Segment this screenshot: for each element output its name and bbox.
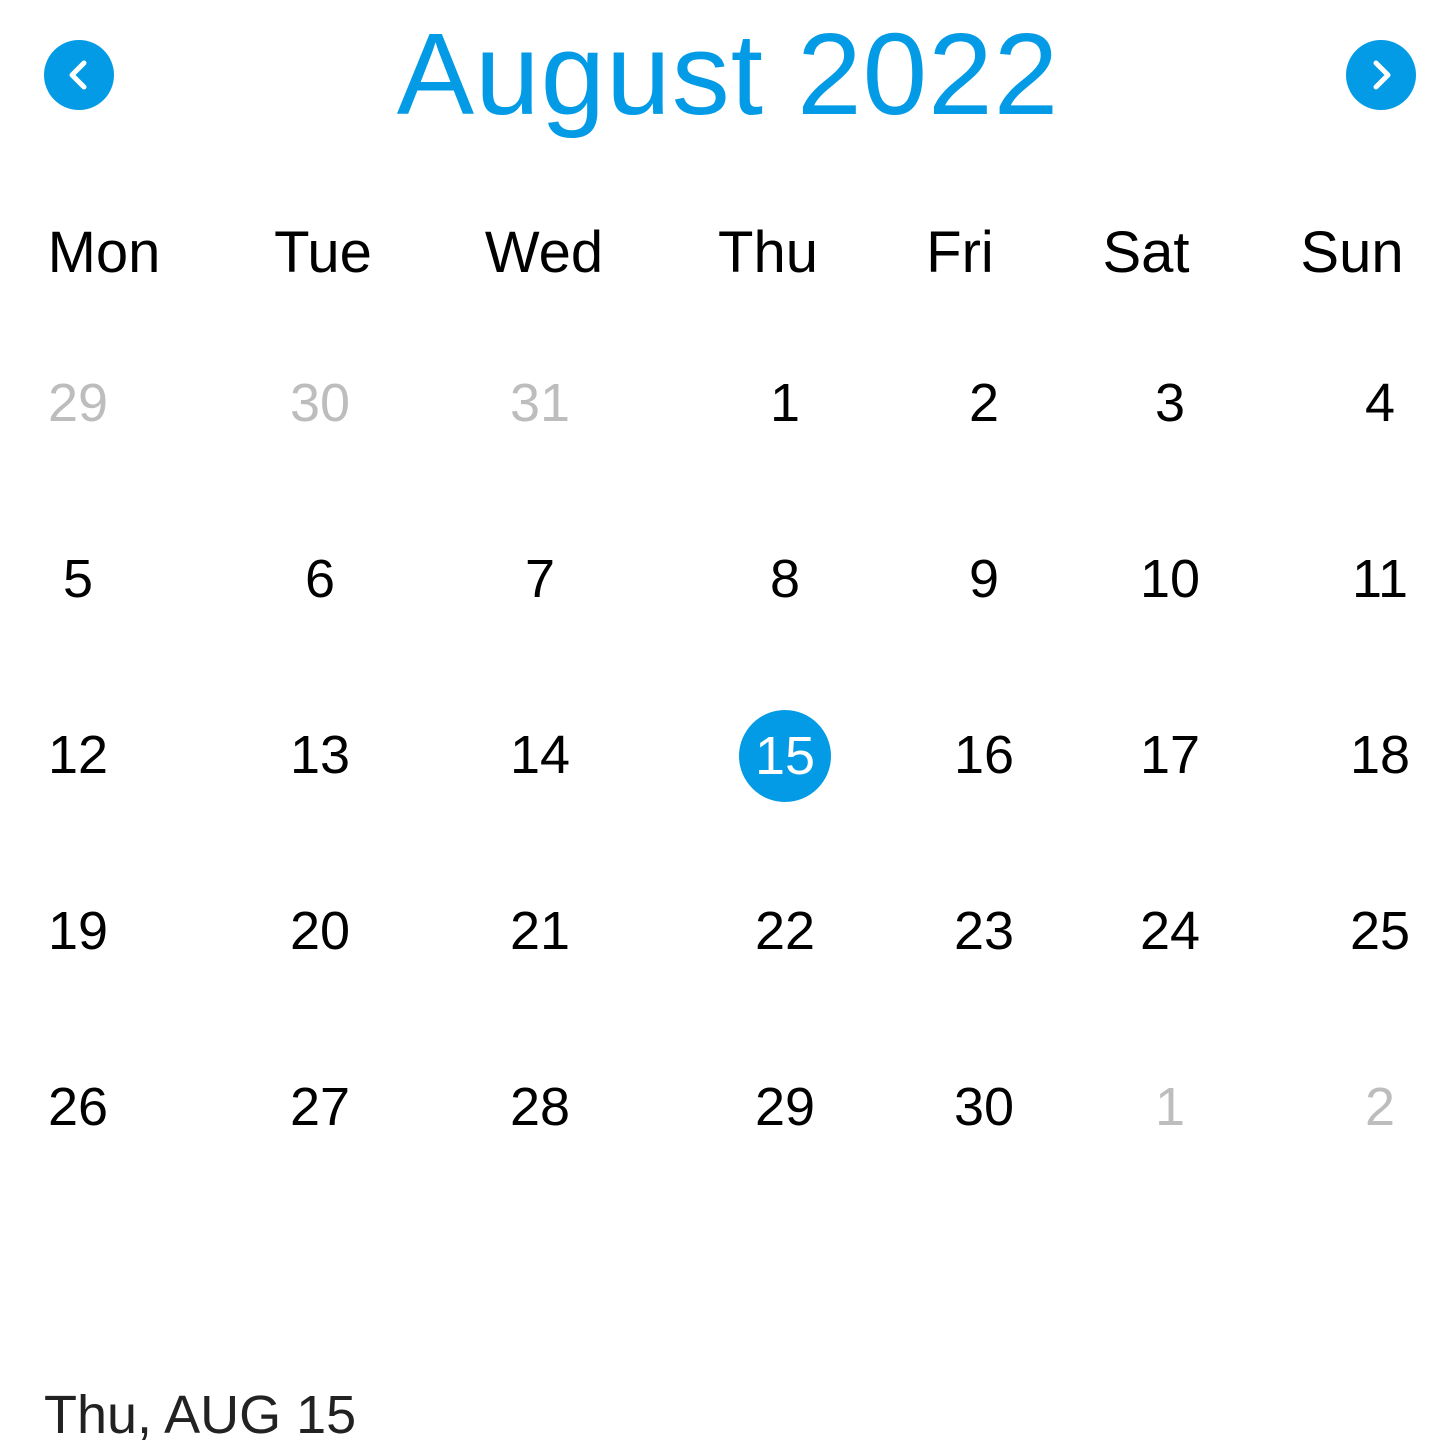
day-cell-outside-month[interactable]: 1	[1115, 1072, 1225, 1142]
day-cell[interactable]: 28	[485, 1072, 595, 1142]
day-cell[interactable]: 22	[730, 896, 840, 966]
day-cell[interactable]: 2	[929, 368, 1039, 438]
day-cell-selected[interactable]: 15	[739, 710, 831, 802]
day-cell[interactable]: 26	[23, 1072, 133, 1142]
weekday-label-thu: Thu	[718, 220, 818, 285]
day-cell[interactable]: 12	[23, 720, 133, 790]
day-cell[interactable]: 7	[485, 544, 595, 614]
day-cell[interactable]: 30	[929, 1072, 1039, 1142]
day-cell-outside-month[interactable]: 30	[265, 368, 375, 438]
day-cell[interactable]: 24	[1115, 896, 1225, 966]
day-cell[interactable]: 1	[730, 368, 840, 438]
day-cell[interactable]: 6	[265, 544, 375, 614]
day-cell[interactable]: 20	[265, 896, 375, 966]
day-cell-outside-month[interactable]: 31	[485, 368, 595, 438]
day-cell[interactable]: 5	[23, 544, 133, 614]
day-cell[interactable]: 4	[1325, 368, 1435, 438]
weekday-label-wed: Wed	[484, 220, 604, 285]
day-cell[interactable]: 21	[485, 896, 595, 966]
calendar-grid: Mon Tue Wed Thu Fri Sat Sun 29 30 31 1 2 3 4 5 6…	[0, 0, 1456, 1200]
day-cell[interactable]: 18	[1325, 720, 1435, 790]
weekday-label-mon: Mon	[47, 220, 161, 285]
day-cell[interactable]: 16	[929, 720, 1039, 790]
day-cell[interactable]: 19	[23, 896, 133, 966]
day-cell[interactable]: 29	[730, 1072, 840, 1142]
day-cell[interactable]: 25	[1325, 896, 1435, 966]
day-cell[interactable]: 17	[1115, 720, 1225, 790]
day-cell[interactable]: 14	[485, 720, 595, 790]
weekday-label-sat: Sat	[1102, 220, 1190, 285]
weekday-label-sun: Sun	[1300, 220, 1404, 285]
day-cell[interactable]: 3	[1115, 368, 1225, 438]
day-cell[interactable]: 11	[1325, 544, 1435, 614]
day-cell-outside-month[interactable]: 2	[1325, 1072, 1435, 1142]
weekday-label-tue: Tue	[274, 220, 372, 285]
day-cell-outside-month[interactable]: 29	[23, 368, 133, 438]
day-cell[interactable]: 23	[929, 896, 1039, 966]
weekday-label-fri: Fri	[926, 220, 994, 285]
selected-date-label: Thu, AUG 15	[44, 1385, 357, 1445]
day-cell[interactable]: 10	[1115, 544, 1225, 614]
day-cell[interactable]: 27	[265, 1072, 375, 1142]
day-cell[interactable]: 9	[929, 544, 1039, 614]
day-cell[interactable]: 8	[730, 544, 840, 614]
day-cell[interactable]: 13	[265, 720, 375, 790]
